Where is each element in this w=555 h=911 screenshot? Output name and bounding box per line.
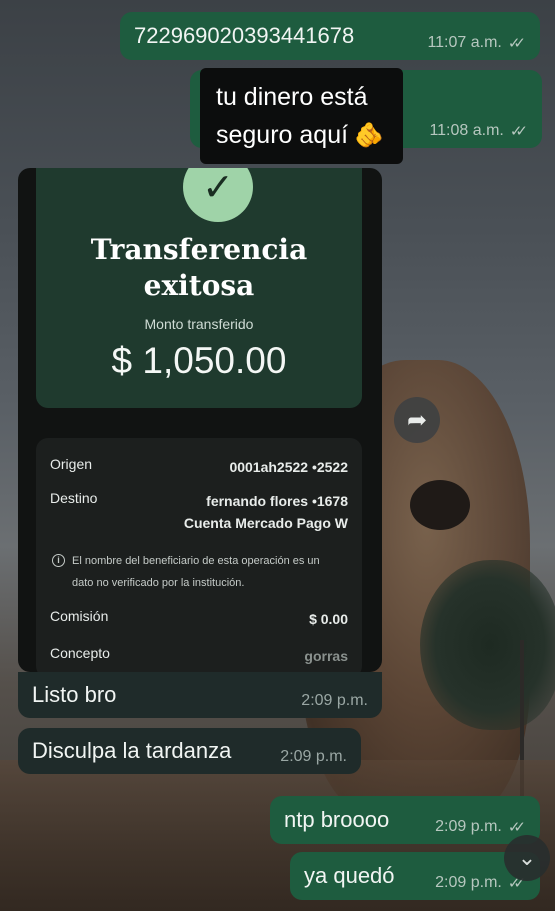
receipt-title-line1: Transferencia: [90, 233, 308, 266]
message-text: 722969020393441678: [134, 23, 355, 48]
detail-value: 0001ah2522 •2522: [229, 459, 348, 475]
background-dog-nose: [410, 480, 470, 530]
receipt-screenshot-image[interactable]: ✓ Transferencia exitosa Monto transferid…: [18, 168, 382, 672]
message-text: Disculpa la tardanza: [32, 738, 232, 763]
message-meta: 2:09 p.m. ✓✓: [435, 818, 526, 836]
receipt-title: Transferencia exitosa: [36, 232, 362, 304]
message-meta: 2:09 p.m. ✓✓: [435, 874, 526, 892]
message-outgoing-account-number[interactable]: 722969020393441678 11:07 a.m. ✓✓: [120, 12, 540, 60]
message-meta: 2:09 p.m.: [280, 748, 347, 766]
message-time: 11:07 a.m.: [427, 34, 502, 51]
detail-row-destination: Destino fernando flores •1678 Cuenta Mer…: [50, 490, 348, 534]
detail-value: $ 0.00: [309, 611, 348, 627]
receipt-title-line2: exitosa: [143, 269, 255, 302]
detail-label: Destino: [50, 490, 98, 506]
receipt-amount: $ 1,050.00: [111, 340, 287, 381]
scroll-to-bottom-button[interactable]: ⌄: [504, 835, 550, 881]
sticker-text-line2: seguro aquí 🫵: [216, 116, 391, 155]
message-time: 2:09 p.m.: [435, 818, 502, 835]
receipt-header: ✓ Transferencia exitosa Monto transferid…: [36, 168, 362, 408]
message-text: Listo bro: [32, 682, 117, 707]
detail-value: fernando flores •1678 Cuenta Mercado Pag…: [184, 490, 348, 534]
chevron-down-icon: ⌄: [517, 845, 537, 870]
note-line1: El nombre del beneficiario de esta opera…: [72, 555, 320, 567]
message-time: 2:09 p.m.: [435, 874, 502, 891]
message-incoming-listo[interactable]: Listo bro 2:09 p.m.: [18, 672, 382, 718]
detail-label: Origen: [50, 456, 93, 472]
detail-row-origin: Origen 0001ah2522 •2522: [50, 456, 348, 478]
detail-value-line1: fernando flores •1678: [206, 493, 348, 509]
sticker-image[interactable]: tu dinero está seguro aquí 🫵: [200, 68, 403, 164]
message-text: ya quedó: [304, 863, 395, 888]
verification-note: i El nombre del beneficiario de esta ope…: [50, 550, 350, 594]
message-meta: 2:09 p.m.: [301, 692, 368, 710]
background-tree: [420, 560, 555, 730]
receipt-subtitle: Monto transferido: [144, 316, 254, 332]
receipt-details: Origen 0001ah2522 •2522 Destino fernando…: [36, 438, 362, 672]
sticker-text-line2-words: seguro aquí: [216, 121, 349, 149]
message-time: 2:09 p.m.: [301, 692, 368, 709]
checkmark-icon: ✓: [183, 168, 253, 222]
message-meta: 11:08 a.m. ✓✓: [429, 122, 528, 140]
message-text: ntp broooo: [284, 807, 390, 832]
detail-value: gorras: [304, 648, 348, 664]
message-time: 11:08 a.m.: [429, 122, 504, 139]
message-meta: 11:07 a.m. ✓✓: [427, 34, 526, 52]
message-time: 2:09 p.m.: [280, 748, 347, 765]
message-outgoing-ya-quedo[interactable]: ya quedó 2:09 p.m. ✓✓: [290, 852, 540, 900]
forward-button[interactable]: ➦: [394, 397, 440, 443]
message-outgoing-ntp[interactable]: ntp broooo 2:09 p.m. ✓✓: [270, 796, 540, 844]
detail-label: Comisión: [50, 608, 109, 624]
detail-row-fee: Comisión $ 0.00: [50, 608, 348, 630]
detail-row-concept: Concepto gorras: [50, 645, 348, 667]
note-line2: dato no verificado por la institución.: [72, 577, 245, 589]
sticker-text-line1: tu dinero está: [216, 83, 368, 111]
detail-label: Concepto: [50, 645, 110, 661]
detail-value-line2: Cuenta Mercado Pago W: [183, 515, 348, 531]
info-icon: i: [52, 554, 65, 567]
double-check-icon: ✓✓: [507, 819, 526, 836]
forward-arrow-icon: ➦: [406, 406, 428, 434]
double-check-icon: ✓✓: [507, 35, 526, 52]
pointing-hand-icon: 🫵: [354, 122, 384, 149]
double-check-icon: ✓✓: [509, 123, 528, 140]
message-incoming-disculpa[interactable]: Disculpa la tardanza 2:09 p.m.: [18, 728, 361, 774]
